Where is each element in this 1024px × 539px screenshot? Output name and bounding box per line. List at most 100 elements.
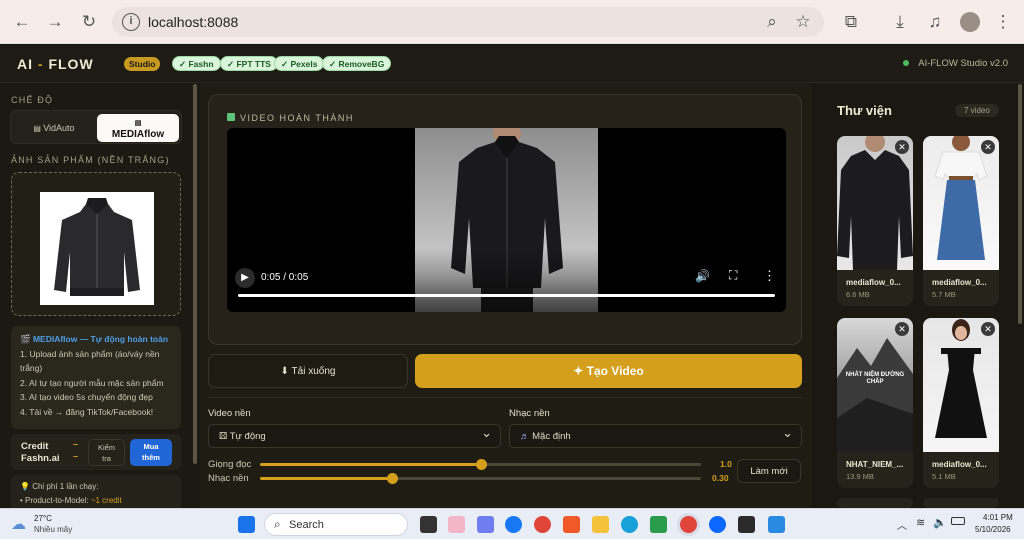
thumbnail-caption: NHẤT NIỆM ĐƯỜNG CHẤP — [845, 372, 905, 385]
battery-icon[interactable] — [951, 517, 965, 525]
create-video-button[interactable]: ✦ Tạo Video — [415, 354, 802, 388]
media-control-icon[interactable]: ♫ — [924, 11, 946, 33]
voice-slider-handle[interactable] — [475, 459, 487, 470]
buy-credit-button[interactable]: Mua thêm — [130, 439, 172, 466]
start-button[interactable] — [238, 516, 255, 533]
volume-icon[interactable]: 🔊 — [695, 269, 710, 283]
vscode-icon[interactable] — [768, 516, 785, 533]
bg-music-select[interactable]: ♬ Mặc định — [509, 421, 802, 448]
bg-video-select[interactable]: ⚄ Tự động — [208, 421, 501, 448]
film-icon: ▤ — [134, 120, 142, 127]
cost-line: • Product-to-Model: ~1 credit — [20, 496, 122, 505]
library-item[interactable]: ✕ mediaflow_0... 5.7 MB — [923, 136, 999, 306]
url-text[interactable]: localhost:8088 — [148, 14, 238, 30]
video-player[interactable]: ▶ 0:05 / 0:05 🔊 ⛶ ⋮ — [227, 128, 786, 312]
volume-icon[interactable]: 🔈 — [933, 516, 947, 529]
chrome-icon[interactable] — [534, 516, 551, 533]
library-item[interactable]: ✕ mediaflow_0... 6.6 MB — [837, 136, 913, 306]
divider — [208, 397, 802, 398]
library-count: 7 video — [955, 104, 999, 117]
bg-music-label: Nhạc nền — [509, 408, 550, 419]
reset-button[interactable]: Làm mới — [737, 459, 801, 483]
weather-temp[interactable]: 27°C — [34, 514, 52, 523]
facebook-icon[interactable] — [505, 516, 522, 533]
download-button[interactable]: ⬇ Tải xuống — [208, 354, 408, 388]
cost-title: 💡 Chi phí 1 lần chạy: — [20, 482, 99, 491]
app-icon[interactable] — [563, 516, 580, 533]
close-icon[interactable]: ✕ — [981, 140, 995, 154]
task-view-icon[interactable] — [420, 516, 437, 533]
reload-icon[interactable]: ↻ — [78, 11, 100, 33]
mode-mediaflow[interactable]: ▤ MEDIAflow — [97, 114, 179, 142]
back-icon[interactable]: ← — [11, 11, 33, 33]
weather-desc[interactable]: Nhiều mây — [34, 525, 72, 534]
clock-date[interactable]: 5/10/2026 — [975, 525, 1011, 534]
wifi-icon[interactable]: ≋ — [916, 516, 925, 529]
fullscreen-icon[interactable]: ⛶ — [729, 268, 737, 283]
terminal-icon[interactable] — [738, 516, 755, 533]
library-title: Thư viện — [837, 103, 892, 118]
file-explorer-icon[interactable] — [592, 516, 609, 533]
library-scrollbar[interactable] — [1018, 84, 1022, 324]
search-box[interactable]: ⌕ Search — [264, 513, 408, 536]
main-panel: VIDEO HOÀN THÀNH ▶ 0:05 / 0:05 🔊 ⛶ ⋮ ⬇ T… — [200, 84, 812, 508]
status-chip-pexels: ✓ Pexels — [274, 56, 325, 71]
extensions-icon[interactable]: ⧉ — [840, 11, 862, 33]
taskbar: ☁ 27°C Nhiều mây ⌕ Search ︿ ≋ 🔈 4:01 PM … — [0, 508, 1024, 539]
close-icon[interactable]: ✕ — [895, 322, 909, 336]
app-header: AI - FLOW Studio ✓ Fashn ✓ FPT TTS ✓ Pex… — [0, 45, 1024, 83]
product-image — [40, 192, 154, 305]
music-slider[interactable] — [260, 473, 701, 484]
app-logo: AI - FLOW — [17, 56, 94, 72]
library-item[interactable]: NHẤT NIỆM ĐƯỜNG CHẤP ✕ NHAT_NIEM_... 13.9… — [837, 318, 913, 488]
sidebar-scrollbar[interactable] — [193, 84, 197, 464]
library-item[interactable] — [923, 498, 999, 508]
address-bar[interactable]: i localhost:8088 ⌕ ☆ — [112, 7, 824, 37]
chevron-up-icon[interactable]: ︿ — [897, 517, 907, 532]
music-volume-label: Nhạc nền — [208, 473, 249, 484]
info-step: 3. AI tạo video 5s chuyển động đẹp — [20, 392, 153, 402]
video-time: 0:05 / 0:05 — [261, 272, 309, 283]
download-icon[interactable]: ⤓ — [889, 11, 911, 33]
zoom-icon[interactable]: ⌕ — [761, 11, 783, 33]
studio-badge: Studio — [124, 57, 161, 71]
widgets-icon[interactable] — [448, 516, 465, 533]
voice-slider[interactable] — [260, 459, 701, 470]
check-credit-button[interactable]: Kiểm tra — [88, 439, 125, 466]
video-thumbnail — [837, 136, 913, 270]
site-info-icon[interactable]: i — [122, 13, 140, 31]
check-icon — [227, 113, 235, 121]
excel-icon[interactable] — [650, 516, 667, 533]
video-thumbnail — [923, 318, 999, 452]
video-status: VIDEO HOÀN THÀNH — [227, 113, 354, 123]
chrome-active-icon[interactable] — [680, 516, 697, 533]
video-progress[interactable] — [238, 294, 775, 297]
library-item[interactable]: ✕ mediaflow_0... 5.1 MB — [923, 318, 999, 488]
library-item[interactable] — [837, 498, 913, 508]
cloud-icon: ☁ — [11, 516, 26, 533]
clock-time[interactable]: 4:01 PM — [983, 513, 1013, 522]
mediaflow-info: 🎬 MEDIAflow — Tự động hoàn toàn 1. Uploa… — [11, 326, 181, 429]
library-panel: Thư viện 7 video ✕ mediaflow_0... 6.6 MB… — [812, 84, 1024, 508]
forward-icon[interactable]: → — [44, 11, 66, 33]
music-slider-handle[interactable] — [387, 473, 399, 484]
bookmark-star-icon[interactable]: ☆ — [792, 11, 814, 33]
credit-label: Credit Fashn.ai — [21, 441, 60, 464]
product-upload-area[interactable] — [11, 172, 181, 316]
profile-avatar[interactable] — [960, 12, 980, 32]
more-menu-icon[interactable]: ⋮ — [992, 11, 1014, 33]
close-icon[interactable]: ✕ — [981, 322, 995, 336]
mode-heading: CHẾ ĐỘ — [11, 95, 54, 105]
info-step: 2. AI tự tạo người mẫu mặc sản phẩm — [20, 377, 164, 388]
info-step: trắng) — [20, 363, 43, 373]
info-step: 4. Tải về → đăng TikTok/Facebook! — [20, 406, 154, 417]
zalo-icon[interactable] — [709, 516, 726, 533]
info-step: 1. Upload ảnh sản phẩm (áo/váy nền — [20, 348, 160, 359]
cost-panel: 💡 Chi phí 1 lần chạy: • Product-to-Model… — [11, 475, 181, 508]
copilot-icon[interactable] — [477, 516, 494, 533]
play-icon[interactable]: ▶ — [235, 268, 255, 288]
video-options-icon[interactable]: ⋮ — [763, 268, 776, 284]
edge-icon[interactable] — [621, 516, 638, 533]
mode-vidauto[interactable]: ▤ VidAuto — [15, 114, 93, 142]
close-icon[interactable]: ✕ — [895, 140, 909, 154]
